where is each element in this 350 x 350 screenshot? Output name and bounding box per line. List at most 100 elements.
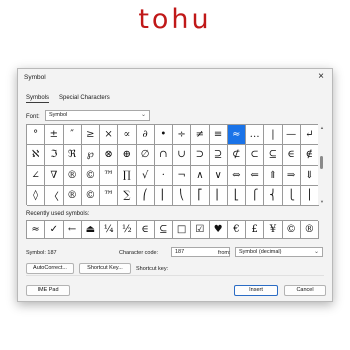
symbol-cell[interactable]: ∇ — [45, 165, 64, 186]
symbol-cell[interactable]: ⊇ — [209, 145, 228, 166]
cancel-button[interactable]: Cancel — [284, 285, 326, 296]
symbol-cell[interactable]: ⎧ — [246, 185, 265, 206]
symbol-cell[interactable]: ≥ — [81, 125, 100, 146]
symbol-cell[interactable]: ℑ — [45, 145, 64, 166]
symbol-cell[interactable]: ⇓ — [300, 165, 319, 186]
symbol-cell[interactable]: ÷ — [173, 125, 192, 146]
symbol-cell[interactable]: ⎨ — [264, 185, 283, 206]
symbol-cell[interactable]: ⇐ — [246, 165, 265, 186]
symbol-cell[interactable]: ∂ — [136, 125, 155, 146]
recent-symbols-label: Recently used symbols: — [26, 211, 90, 217]
symbol-cell[interactable]: ∈ — [282, 145, 301, 166]
symbol-cell[interactable]: ® — [63, 165, 82, 186]
symbol-cell[interactable]: ℵ — [27, 145, 46, 166]
scroll-down-icon[interactable]: ▼ — [318, 199, 326, 204]
recent-symbol-cell[interactable]: ¼ — [100, 221, 119, 239]
symbol-cell[interactable]: ⎜ — [154, 185, 173, 206]
recent-symbol-cell[interactable]: ♥ — [209, 221, 228, 239]
symbol-cell[interactable]: · — [154, 165, 173, 186]
symbol-cell[interactable]: ℘ — [81, 145, 100, 166]
symbol-cell[interactable]: ™ — [100, 185, 119, 206]
scrollbar-thumb[interactable] — [320, 156, 323, 169]
recent-symbol-cell[interactable]: ☑ — [191, 221, 210, 239]
symbol-cell[interactable]: ≈ — [227, 125, 246, 146]
font-dropdown[interactable]: Symbol ⌄ — [45, 110, 150, 121]
character-code-label: Character code: — [119, 250, 159, 256]
symbol-cell[interactable]: ° — [27, 125, 46, 146]
symbol-cell[interactable]: ⎪ — [300, 185, 319, 206]
recent-symbol-cell[interactable]: £ — [246, 221, 265, 239]
chevron-down-icon: ⌄ — [313, 249, 319, 255]
symbol-cell[interactable]: ℜ — [63, 145, 82, 166]
symbol-cell[interactable]: • — [154, 125, 173, 146]
symbol-cell[interactable]: ⇔ — [227, 165, 246, 186]
symbol-cell[interactable]: ⎩ — [282, 185, 301, 206]
tab-special-characters[interactable]: Special Characters — [59, 94, 110, 102]
ime-pad-button[interactable]: IME Pad — [26, 285, 70, 296]
recent-symbol-cell[interactable]: ← — [63, 221, 82, 239]
symbol-cell[interactable]: ⇑ — [264, 165, 283, 186]
symbol-cell[interactable]: | — [264, 125, 283, 146]
recent-symbol-cell[interactable]: □ — [173, 221, 192, 239]
symbol-cell[interactable]: × — [100, 125, 119, 146]
symbol-cell[interactable]: ∠ — [27, 165, 46, 186]
symbol-cell[interactable]: ⎡ — [191, 185, 210, 206]
symbol-cell[interactable]: ® — [63, 185, 82, 206]
dialog-title: Symbol — [24, 74, 46, 81]
recent-symbol-cell[interactable]: © — [282, 221, 301, 239]
symbol-cell[interactable]: ∑ — [118, 185, 137, 206]
symbol-cell[interactable]: ◊ — [27, 185, 46, 206]
symbol-cell[interactable]: ∩ — [154, 145, 173, 166]
grid-scrollbar[interactable]: ▲ ▼ — [318, 124, 326, 205]
symbol-cell[interactable]: ⊂ — [246, 145, 265, 166]
symbol-cell[interactable]: ⊗ — [100, 145, 119, 166]
symbol-cell[interactable]: ∅ — [136, 145, 155, 166]
symbol-cell[interactable]: ¬ — [173, 165, 192, 186]
symbol-cell[interactable]: ⊄ — [227, 145, 246, 166]
symbol-cell[interactable]: 〈 — [45, 185, 64, 206]
symbol-cell[interactable]: ≠ — [191, 125, 210, 146]
symbol-cell[interactable]: — — [282, 125, 301, 146]
symbol-cell[interactable]: ⎝ — [173, 185, 192, 206]
symbol-cell[interactable]: © — [81, 165, 100, 186]
recent-symbol-cell[interactable]: ✓ — [45, 221, 64, 239]
tab-symbols[interactable]: Symbols — [26, 94, 50, 103]
symbol-cell[interactable]: ™ — [100, 165, 119, 186]
symbol-cell[interactable]: ∉ — [300, 145, 319, 166]
recent-symbol-cell[interactable]: ½ — [118, 221, 137, 239]
symbol-cell[interactable]: ⊃ — [191, 145, 210, 166]
symbol-cell[interactable]: √ — [136, 165, 155, 186]
symbol-info: Symbol: 187 — [26, 250, 57, 256]
recent-symbol-cell[interactable]: ≈ — [27, 221, 46, 239]
symbol-cell[interactable]: ⇒ — [282, 165, 301, 186]
symbol-cell[interactable]: ⎛ — [136, 185, 155, 206]
recent-symbol-cell[interactable]: ∈ — [136, 221, 155, 239]
symbol-cell[interactable]: ⊕ — [118, 145, 137, 166]
symbol-cell[interactable]: ⎣ — [227, 185, 246, 206]
from-label: from: — [218, 250, 231, 256]
symbol-cell[interactable]: © — [81, 185, 100, 206]
symbol-cell[interactable]: ⎢ — [209, 185, 228, 206]
from-dropdown[interactable]: Symbol (decimal) ⌄ — [235, 247, 323, 257]
insert-button[interactable]: Insert — [234, 285, 278, 296]
autocorrect-button[interactable]: AutoCorrect... — [26, 263, 74, 274]
shortcut-key-button[interactable]: Shortcut Key... — [79, 263, 131, 274]
symbol-cell[interactable]: ∏ — [118, 165, 137, 186]
recent-symbol-cell[interactable]: ¥ — [264, 221, 283, 239]
symbol-cell[interactable]: ∧ — [191, 165, 210, 186]
recent-symbol-cell[interactable]: ⏏ — [81, 221, 100, 239]
recent-symbol-cell[interactable]: ⊆ — [154, 221, 173, 239]
symbol-cell[interactable]: ∨ — [209, 165, 228, 186]
symbol-cell[interactable]: ″ — [63, 125, 82, 146]
recent-symbol-cell[interactable]: € — [227, 221, 246, 239]
symbol-cell[interactable]: ± — [45, 125, 64, 146]
symbol-cell[interactable]: ↵ — [300, 125, 319, 146]
recent-symbol-cell[interactable]: ® — [300, 221, 319, 239]
symbol-cell[interactable]: ≡ — [209, 125, 228, 146]
symbol-cell[interactable]: ⊆ — [264, 145, 283, 166]
symbol-cell[interactable]: ∝ — [118, 125, 137, 146]
symbol-cell[interactable]: … — [246, 125, 265, 146]
scroll-up-icon[interactable]: ▲ — [318, 125, 326, 130]
symbol-cell[interactable]: ∪ — [173, 145, 192, 166]
close-icon[interactable]: × — [315, 71, 327, 83]
